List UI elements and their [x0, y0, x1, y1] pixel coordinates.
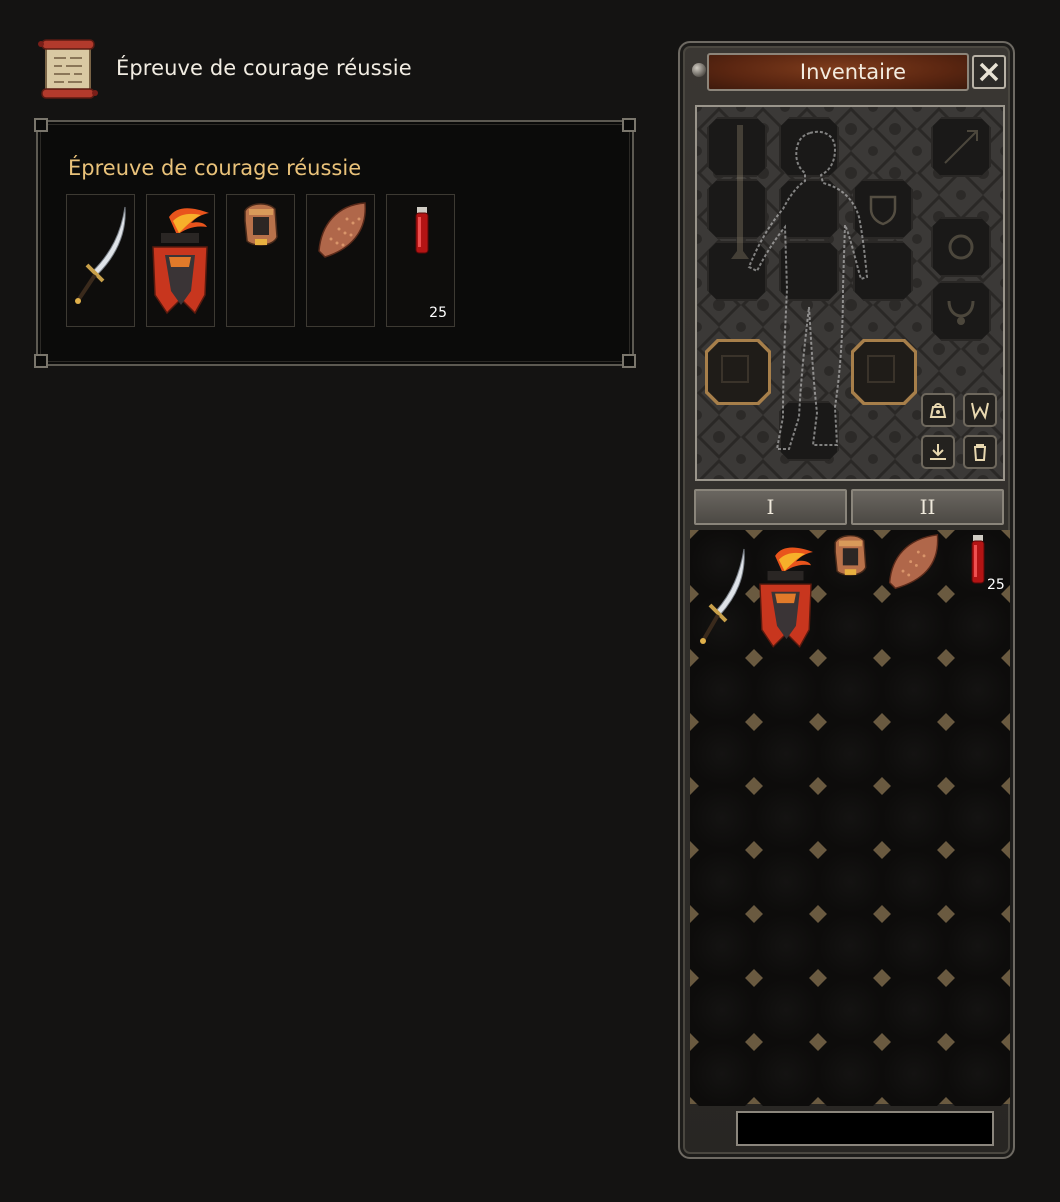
inventory-slot[interactable]	[754, 850, 818, 914]
inventory-slot[interactable]	[690, 978, 754, 1042]
quest-notification-header: Épreuve de courage réussie	[36, 36, 412, 100]
weapon-ghost-icon	[731, 125, 749, 259]
grid-helmet-icon[interactable]	[818, 531, 882, 595]
panel-corner	[622, 118, 636, 132]
inventory-slot[interactable]	[818, 594, 882, 658]
inventory-slot[interactable]	[690, 786, 754, 850]
reward-slot-potion[interactable]: 25	[386, 194, 455, 327]
shield-icon	[318, 202, 366, 258]
inventory-slot[interactable]	[818, 850, 882, 914]
inventory-slot[interactable]	[946, 786, 1010, 850]
inventory-slot[interactable]	[882, 594, 946, 658]
character-silhouette-icon	[747, 130, 869, 450]
inventory-slot[interactable]	[690, 914, 754, 978]
trash-icon	[974, 444, 986, 461]
store-button[interactable]	[921, 435, 955, 469]
inventory-slot[interactable]	[818, 722, 882, 786]
inventory-slot[interactable]	[754, 978, 818, 1042]
inventory-slot[interactable]	[882, 658, 946, 722]
close-button[interactable]	[972, 55, 1006, 89]
grid-sword-icon[interactable]	[694, 535, 754, 659]
download-icon	[930, 444, 946, 460]
panel-corner	[34, 118, 48, 132]
panel-corner	[622, 354, 636, 368]
inventory-slot[interactable]	[818, 658, 882, 722]
wardrobe-button[interactable]	[963, 393, 997, 427]
inventory-slot[interactable]	[754, 786, 818, 850]
inventory-slot[interactable]	[946, 658, 1010, 722]
equipment-panel	[695, 105, 1005, 481]
trash-button[interactable]	[963, 435, 997, 469]
tab-page-1[interactable]: I	[694, 489, 847, 525]
inventory-slot[interactable]	[882, 850, 946, 914]
panel-corner	[34, 354, 48, 368]
inventory-slot[interactable]	[754, 722, 818, 786]
inventory-slot[interactable]	[690, 1042, 754, 1106]
money-display	[736, 1111, 994, 1146]
tab-page-2[interactable]: II	[851, 489, 1004, 525]
inventory-slot[interactable]	[818, 1042, 882, 1106]
close-icon	[979, 62, 999, 82]
earring-ghost-icon	[948, 234, 974, 260]
inventory-slot[interactable]	[754, 658, 818, 722]
inventory-slot[interactable]	[946, 594, 1010, 658]
window-orb-icon	[692, 63, 706, 77]
inventory-title-bar[interactable]: Inventaire	[707, 53, 969, 91]
inventory-slot[interactable]	[946, 1042, 1010, 1106]
shield-ghost-icon	[869, 195, 897, 226]
reward-slot-sword[interactable]	[66, 194, 135, 327]
inventory-window: Inventaire I II 25	[678, 41, 1015, 1159]
inventory-slot[interactable]	[882, 978, 946, 1042]
quest-scroll-icon	[38, 39, 98, 99]
inventory-slot[interactable]	[946, 914, 1010, 978]
inventory-slot[interactable]	[818, 786, 882, 850]
inventory-slot[interactable]	[946, 850, 1010, 914]
inventory-slot[interactable]	[754, 914, 818, 978]
arrow-ghost-icon	[944, 130, 978, 164]
inventory-slot[interactable]	[882, 914, 946, 978]
w-icon	[971, 402, 989, 420]
inventory-slot[interactable]	[818, 978, 882, 1042]
necklace-ghost-icon	[947, 300, 975, 325]
bag-icon	[929, 403, 947, 418]
reward-slot-helmet[interactable]	[226, 194, 295, 327]
quest-reward-panel: Épreuve de courage réussie 25	[34, 118, 636, 368]
helmet-icon	[244, 203, 278, 246]
quest-header-title: Épreuve de courage réussie	[116, 56, 412, 80]
inventory-slot[interactable]	[882, 722, 946, 786]
costume-button[interactable]	[921, 393, 955, 427]
inventory-slot[interactable]	[690, 850, 754, 914]
potion-quantity: 25	[987, 577, 1005, 593]
sword-icon	[75, 206, 126, 304]
reward-panel-title: Épreuve de courage réussie	[68, 156, 362, 180]
inventory-slot[interactable]	[882, 786, 946, 850]
flame-armor-icon	[152, 208, 209, 315]
inventory-slot[interactable]	[882, 1042, 946, 1106]
reward-slot-armor[interactable]	[146, 194, 215, 327]
reward-quantity: 25	[429, 305, 447, 321]
grid-armor-icon[interactable]	[754, 535, 818, 659]
inventory-slot[interactable]	[754, 1042, 818, 1106]
reward-item-list: 25	[66, 194, 455, 327]
reward-slot-shield[interactable]	[306, 194, 375, 327]
inventory-slot[interactable]	[690, 722, 754, 786]
inventory-title: Inventaire	[799, 60, 907, 84]
inventory-slot[interactable]	[818, 914, 882, 978]
inventory-slot[interactable]	[946, 722, 1010, 786]
inventory-slot[interactable]	[690, 658, 754, 722]
grid-shield-icon[interactable]	[882, 531, 946, 595]
inventory-page-tabs: I II	[694, 489, 1004, 525]
inventory-slot[interactable]	[946, 978, 1010, 1042]
